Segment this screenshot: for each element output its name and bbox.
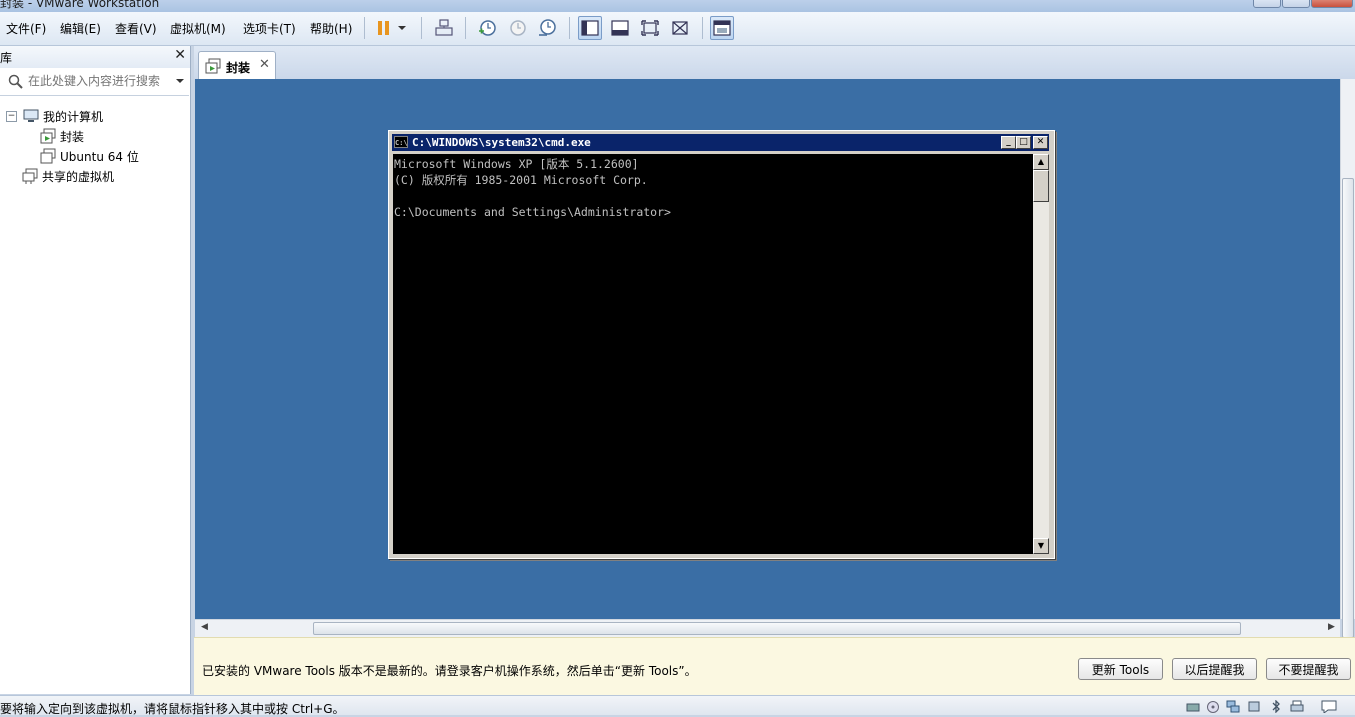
menu-help[interactable]: 帮助(H) — [310, 20, 352, 37]
search-input[interactable] — [28, 73, 168, 89]
menu-tabs[interactable]: 选项卡(T) — [243, 20, 296, 37]
library-search — [0, 69, 189, 96]
tree-item-vm-ubuntu[interactable]: Ubuntu 64 位 — [40, 146, 139, 166]
vm-horizontal-scrollbar[interactable]: ◀ ▶ — [195, 619, 1340, 637]
search-icon — [8, 74, 23, 89]
scroll-down-arrow-icon[interactable]: ▼ — [1033, 538, 1049, 554]
tree-item-label: 共享的虚拟机 — [42, 169, 115, 184]
tree-item-vm-fengzhuang[interactable]: 封装 — [40, 126, 84, 146]
menu-file[interactable]: 文件(F) — [6, 20, 46, 37]
send-ctrl-alt-del-icon[interactable] — [432, 16, 456, 40]
minimize-button[interactable] — [1253, 0, 1281, 8]
remind-later-button[interactable]: 以后提醒我 — [1172, 658, 1257, 680]
tree-item-label: 封装 — [60, 129, 85, 144]
window-titlebar: 封装 - VMware Workstation — [0, 0, 1355, 12]
tab-label: 封装 — [226, 61, 251, 75]
console-line: Microsoft Windows XP [版本 5.1.2600] — [394, 157, 639, 171]
cmd-maximize-button[interactable]: □ — [1016, 136, 1031, 149]
vm-icon — [40, 148, 56, 164]
cd-drive-icon[interactable] — [1206, 700, 1220, 713]
cmd-close-button[interactable]: ✕ — [1033, 136, 1048, 149]
close-tab-icon[interactable]: ✕ — [259, 57, 270, 72]
toolbar-separator — [702, 17, 703, 39]
full-screen-icon[interactable] — [638, 16, 662, 40]
update-tools-button[interactable]: 更新 Tools — [1078, 658, 1163, 680]
library-header: 库 ✕ — [0, 46, 190, 68]
library-title: 库 — [0, 51, 13, 65]
snapshot-revert-icon[interactable] — [505, 16, 529, 40]
window-title: 封装 - VMware Workstation — [0, 0, 160, 10]
menu-edit[interactable]: 编辑(E) — [60, 20, 101, 37]
snapshot-take-icon[interactable] — [475, 16, 499, 40]
toolbar-separator — [421, 17, 422, 39]
bluetooth-icon[interactable] — [1269, 700, 1283, 713]
usb-icon[interactable] — [1247, 700, 1261, 713]
show-library-icon[interactable] — [578, 16, 602, 40]
printer-icon[interactable] — [1290, 700, 1304, 713]
tree-item-my-computer[interactable]: − 我的计算机 — [6, 106, 103, 126]
toolbar-separator — [569, 17, 570, 39]
pause-icon[interactable] — [372, 16, 396, 40]
snapshot-manager-icon[interactable] — [535, 16, 559, 40]
toolbar-separator — [364, 17, 365, 39]
maximize-button[interactable] — [1282, 0, 1310, 8]
scroll-left-arrow-icon[interactable]: ◀ — [201, 622, 208, 632]
search-dropdown-icon[interactable] — [176, 79, 184, 84]
console-prompt: C:\Documents and Settings\Administrator> — [394, 205, 671, 219]
cmd-icon: C:\ — [394, 136, 408, 148]
cmd-title: C:\WINDOWS\system32\cmd.exe — [412, 136, 591, 149]
cmd-minimize-button[interactable]: _ — [1001, 136, 1016, 149]
hard-disk-icon[interactable] — [1186, 700, 1200, 713]
toolbar-separator — [465, 17, 466, 39]
computer-icon — [23, 108, 39, 124]
cmd-window[interactable]: C:\ C:\WINDOWS\system32\cmd.exe _ □ ✕ Mi… — [388, 130, 1055, 559]
tree-item-label: 我的计算机 — [43, 109, 104, 124]
library-panel: 库 ✕ − 我的计算机 封装 Ubuntu 64 位 — [0, 46, 191, 694]
cmd-console[interactable]: Microsoft Windows XP [版本 5.1.2600] (C) 版权… — [393, 154, 1033, 554]
network-icon[interactable] — [1226, 700, 1240, 713]
scroll-right-arrow-icon[interactable]: ▶ — [1328, 622, 1335, 632]
vm-running-icon — [40, 128, 56, 144]
status-message: 要将输入定向到该虚拟机，请将鼠标指针移入其中或按 Ctrl+G。 — [0, 702, 345, 716]
menu-toolbar: 文件(F) 编辑(E) 查看(V) 虚拟机(M) 选项卡(T) 帮助(H) — [0, 12, 1355, 46]
menu-vm[interactable]: 虚拟机(M) — [170, 20, 226, 37]
message-log-icon[interactable] — [1320, 700, 1338, 713]
status-bar: 要将输入定向到该虚拟机，请将鼠标指针移入其中或按 Ctrl+G。 — [0, 695, 1355, 716]
library-tree: − 我的计算机 封装 Ubuntu 64 位 共享的虚拟机 — [0, 103, 189, 693]
tools-notification-bar: 已安装的 VMware Tools 版本不是最新的。请登录客户机操作系统，然后单… — [194, 637, 1355, 695]
notification-message: 已安装的 VMware Tools 版本不是最新的。请登录客户机操作系统，然后单… — [202, 664, 697, 678]
scroll-thumb[interactable] — [1342, 178, 1354, 638]
tab-vm[interactable]: 封装 ✕ — [198, 51, 276, 79]
vm-display[interactable]: C:\ C:\WINDOWS\system32\cmd.exe _ □ ✕ Mi… — [195, 79, 1340, 619]
collapse-icon[interactable]: − — [6, 110, 17, 122]
tab-strip — [194, 46, 1355, 79]
close-window-button[interactable] — [1311, 0, 1353, 8]
menu-view[interactable]: 查看(V) — [115, 20, 157, 37]
close-library-icon[interactable]: ✕ — [174, 47, 186, 63]
dropdown-arrow-icon[interactable] — [394, 16, 410, 40]
dont-remind-button[interactable]: 不要提醒我 — [1266, 658, 1351, 680]
scroll-thumb[interactable] — [313, 622, 1241, 635]
tree-item-label: Ubuntu 64 位 — [60, 149, 139, 164]
cmd-scrollbar[interactable]: ▲ ▼ — [1033, 154, 1049, 554]
vm-vertical-scrollbar[interactable] — [1340, 79, 1355, 638]
shared-vm-icon — [22, 168, 38, 184]
unity-icon[interactable] — [668, 16, 692, 40]
scroll-thumb[interactable] — [1033, 170, 1049, 202]
vm-running-icon — [205, 58, 221, 74]
console-view-icon[interactable] — [710, 16, 734, 40]
tree-item-shared-vms[interactable]: 共享的虚拟机 — [22, 166, 114, 186]
console-line: (C) 版权所有 1985-2001 Microsoft Corp. — [394, 173, 648, 187]
quick-switch-icon[interactable] — [608, 16, 632, 40]
scroll-up-arrow-icon[interactable]: ▲ — [1033, 154, 1049, 170]
cmd-titlebar[interactable]: C:\ C:\WINDOWS\system32\cmd.exe _ □ ✕ — [392, 134, 1049, 151]
